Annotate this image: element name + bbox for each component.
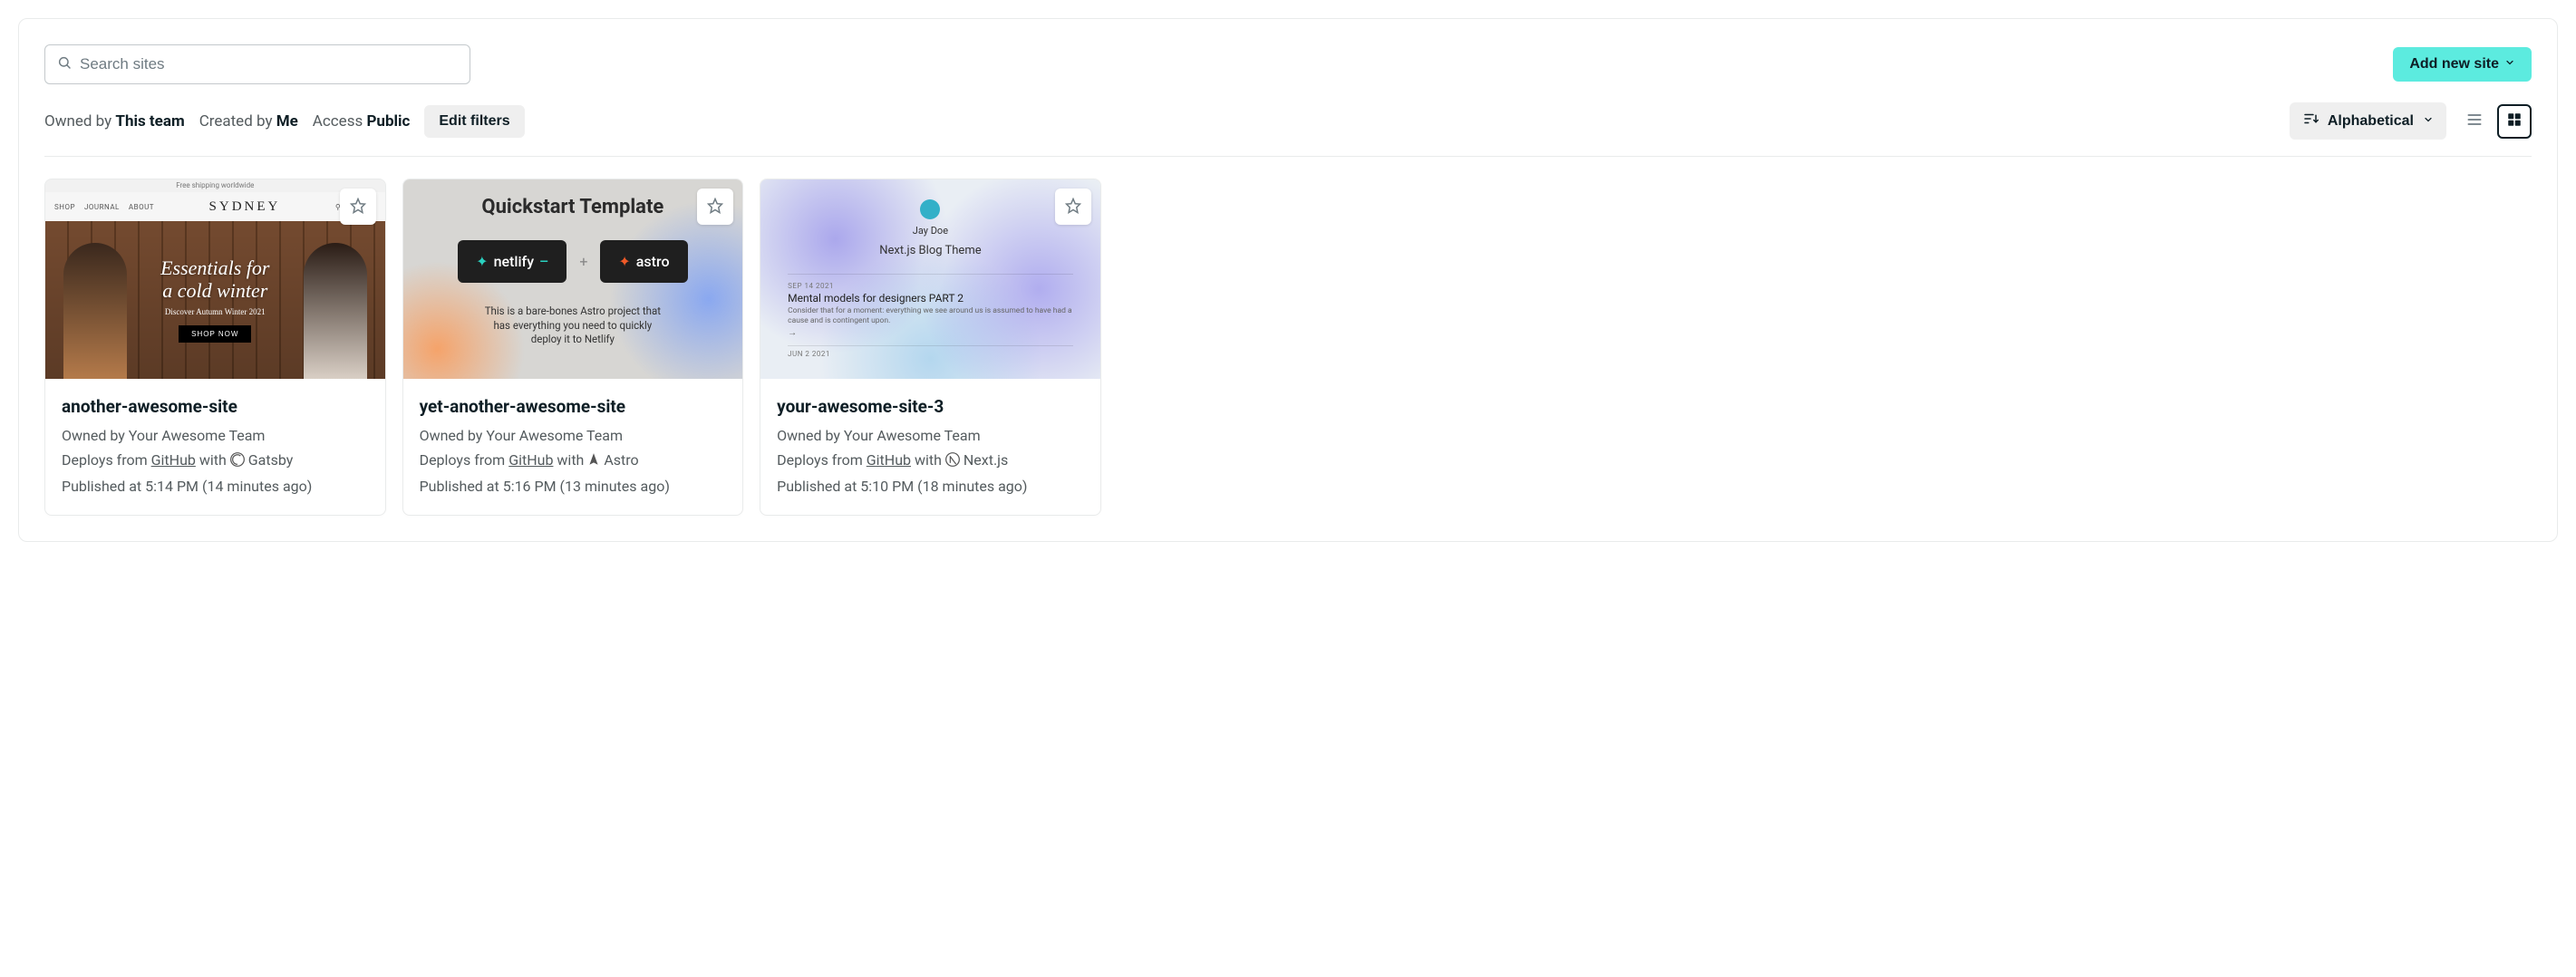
- search-input[interactable]: [44, 44, 470, 84]
- site-title: yet-another-awesome-site: [420, 393, 727, 420]
- filter-bar: Owned by This team Created by Me Access …: [44, 102, 2532, 157]
- site-title: another-awesome-site: [62, 393, 369, 420]
- site-thumbnail: Jay Doe Next.js Blog Theme SEP 14 2021 M…: [760, 179, 1100, 379]
- astro-icon: [587, 451, 600, 474]
- filter-access: Access Public: [313, 112, 411, 131]
- site-deploy-row: Deploys from GitHub with Astro: [420, 450, 727, 474]
- favorite-button[interactable]: [340, 189, 376, 225]
- site-card-body: your-awesome-site-3 Owned by Your Awesom…: [760, 379, 1100, 515]
- site-framework: Gatsby: [248, 451, 294, 469]
- thumb-logos: ✦netlify– + ✦ astro: [458, 240, 687, 283]
- thumb-desc: This is a bare-bones Astro project that …: [482, 305, 663, 347]
- site-card[interactable]: Quickstart Template ✦netlify– + ✦ astro …: [402, 179, 744, 516]
- site-cards-grid: Free shipping worldwide SHOP JOURNAL ABO…: [44, 179, 2532, 516]
- chevron-down-icon: [2504, 56, 2515, 73]
- thumb-logo: SYDNEY: [163, 199, 326, 215]
- site-card[interactable]: Free shipping worldwide SHOP JOURNAL ABO…: [44, 179, 386, 516]
- site-card[interactable]: Jay Doe Next.js Blog Theme SEP 14 2021 M…: [760, 179, 1101, 516]
- gatsby-icon: [230, 451, 245, 474]
- grid-view-button[interactable]: [2497, 104, 2532, 139]
- thumb-banner: Free shipping worldwide: [45, 179, 385, 192]
- sort-icon: [2302, 111, 2319, 131]
- site-source-link[interactable]: GitHub: [867, 451, 911, 469]
- thumb-post: SEP 14 2021 Mental models for designers …: [788, 274, 1073, 346]
- sites-panel: Add new site Owned by This team Created …: [18, 18, 2558, 542]
- nextjs-icon: [945, 451, 960, 474]
- site-published: Published at 5:16 PM (13 minutes ago): [420, 476, 727, 498]
- sort-button[interactable]: Alphabetical: [2290, 102, 2446, 140]
- site-owner-row: Owned by Your Awesome Team: [420, 425, 727, 448]
- filter-owned-by: Owned by This team: [44, 112, 185, 131]
- site-deploy-row: Deploys from GitHub with Gatsby: [62, 450, 369, 474]
- star-icon: [350, 198, 366, 217]
- add-new-site-label: Add new site: [2409, 56, 2499, 73]
- site-framework: Astro: [604, 451, 638, 469]
- site-owner-row: Owned by Your Awesome Team: [777, 425, 1084, 448]
- thumb-person: [63, 243, 127, 379]
- grid-icon: [2506, 111, 2523, 131]
- site-deploy-row: Deploys from GitHub with Next.js: [777, 450, 1084, 474]
- thumb-hero: Essentials fora cold winter Discover Aut…: [45, 221, 385, 379]
- site-published: Published at 5:14 PM (14 minutes ago): [62, 476, 369, 498]
- thumb-avatar: [920, 199, 940, 219]
- list-icon: [2465, 111, 2484, 131]
- thumb-cta: SHOP NOW: [179, 325, 251, 343]
- arrow-right-icon: →: [788, 328, 1073, 338]
- plus-icon: +: [579, 253, 587, 270]
- site-title: your-awesome-site-3: [777, 393, 1084, 420]
- view-toggle: [2457, 104, 2532, 139]
- site-published: Published at 5:10 PM (18 minutes ago): [777, 476, 1084, 498]
- active-filters: Owned by This team Created by Me Access …: [44, 105, 525, 138]
- thumb-author: Jay Doe: [913, 225, 948, 237]
- thumb-person: [304, 243, 367, 379]
- favorite-button[interactable]: [1055, 189, 1091, 225]
- search-wrapper: [44, 44, 470, 84]
- site-owner: Your Awesome Team: [844, 427, 981, 444]
- chevron-down-icon: [2423, 113, 2434, 130]
- site-source-link[interactable]: GitHub: [508, 451, 553, 469]
- list-view-button[interactable]: [2457, 104, 2492, 139]
- site-framework: Next.js: [964, 451, 1008, 469]
- site-owner: Your Awesome Team: [129, 427, 266, 444]
- site-thumbnail: Quickstart Template ✦netlify– + ✦ astro …: [403, 179, 743, 379]
- astro-logo: ✦ astro: [600, 240, 687, 283]
- favorite-button[interactable]: [697, 189, 733, 225]
- thumb-title: Quickstart Template: [481, 196, 663, 218]
- site-source-link[interactable]: GitHub: [151, 451, 196, 469]
- add-new-site-button[interactable]: Add new site: [2393, 47, 2532, 82]
- star-icon: [1065, 198, 1081, 217]
- sort-label: Alphabetical: [2328, 113, 2414, 130]
- netlify-logo: ✦netlify–: [458, 240, 567, 283]
- site-owner: Your Awesome Team: [486, 427, 623, 444]
- site-thumbnail: Free shipping worldwide SHOP JOURNAL ABO…: [45, 179, 385, 379]
- edit-filters-button[interactable]: Edit filters: [424, 105, 524, 138]
- site-owner-row: Owned by Your Awesome Team: [62, 425, 369, 448]
- filter-created-by: Created by Me: [199, 112, 298, 131]
- site-card-body: another-awesome-site Owned by Your Aweso…: [45, 379, 385, 515]
- thumb-nav: SHOP JOURNAL ABOUT SYDNEY ⚲ ♡ 🛍: [45, 192, 385, 221]
- topbar: Add new site: [44, 44, 2532, 84]
- thumb-blog-title: Next.js Blog Theme: [879, 244, 981, 257]
- star-icon: [707, 198, 723, 217]
- filters-right: Alphabetical: [2290, 102, 2532, 140]
- site-card-body: yet-another-awesome-site Owned by Your A…: [403, 379, 743, 515]
